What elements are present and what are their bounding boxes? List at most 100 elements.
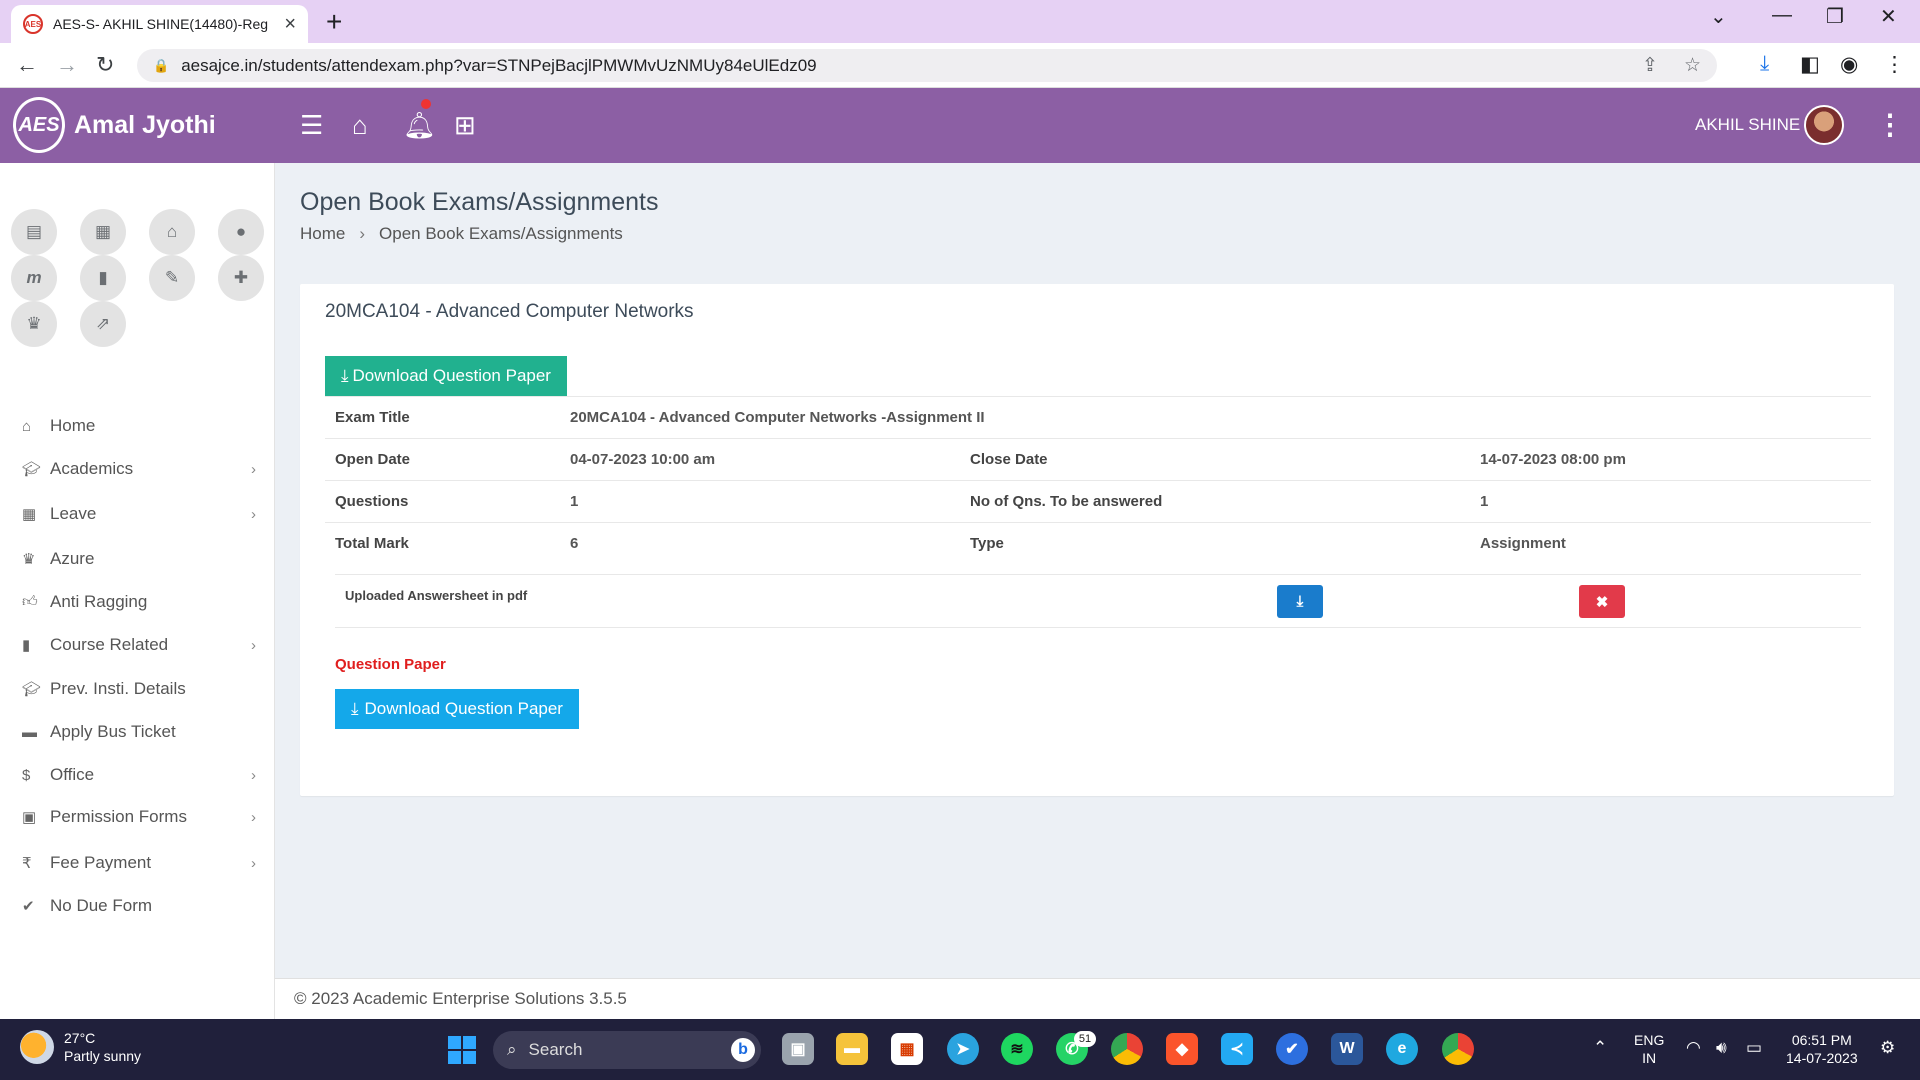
home-icon: ⌂ xyxy=(22,417,32,435)
sidebar: ▤ ▦ ⌂ ● m ▮ ✎ ✚ ♛ ⇗ ⌂ Home 🎓︎ Academics › ▦ Le… xyxy=(0,163,275,1019)
close-tab-icon[interactable]: × xyxy=(284,13,296,36)
file-explorer-icon[interactable]: ▬ xyxy=(836,1033,868,1065)
spotify-icon[interactable]: ≋ xyxy=(1001,1033,1033,1065)
chevron-right-icon: › xyxy=(251,460,256,478)
bell-icon[interactable]: 🔔︎ xyxy=(403,110,436,141)
sidebar-item-office[interactable]: $ Office › xyxy=(22,760,262,790)
sidebar-item-no-due-form[interactable]: ✔ No Due Form xyxy=(22,891,262,921)
external-link-icon[interactable]: ⇗ xyxy=(80,301,126,347)
uploaded-answersheet-label: Uploaded Answersheet in pdf xyxy=(345,588,528,603)
partly-sunny-icon xyxy=(20,1030,54,1064)
url-text: aesajce.in/students/attendexam.php?var=S… xyxy=(181,55,817,75)
language-indicator[interactable]: ENG IN xyxy=(1634,1031,1664,1067)
home-icon[interactable]: ⌂ xyxy=(352,110,368,141)
user-avatar[interactable] xyxy=(1804,105,1844,145)
moodle-icon[interactable]: m xyxy=(11,255,57,301)
delete-answersheet-button[interactable]: ✖ xyxy=(1579,585,1625,618)
sidebar-item-fee-payment[interactable]: ₹ Fee Payment › xyxy=(22,848,262,878)
sidebar-item-label: Fee Payment xyxy=(50,853,152,872)
chevron-right-icon: › xyxy=(251,808,256,826)
download-question-paper-button[interactable]: ⤓ Download Question Paper xyxy=(325,356,567,396)
calendar-icon: ▦ xyxy=(22,506,37,523)
crown-icon: ♛ xyxy=(22,551,36,568)
brave-icon[interactable]: ◆ xyxy=(1166,1033,1198,1065)
url-input[interactable]: 🔒 aesajce.in/students/attendexam.php?var… xyxy=(137,49,1717,82)
profile-avatar-icon[interactable]: ◉ xyxy=(1840,52,1858,77)
sidebar-item-permission-forms[interactable]: ▣ Permission Forms › xyxy=(22,802,262,832)
chevron-right-icon: › xyxy=(251,505,256,523)
aes-logo[interactable]: AES xyxy=(13,97,65,153)
microsoft-store-icon[interactable]: ▦ xyxy=(891,1033,923,1065)
windows-start-icon[interactable] xyxy=(448,1036,476,1064)
calendar-check-icon[interactable]: ▦ xyxy=(80,209,126,255)
book-icon[interactable]: ▮ xyxy=(80,255,126,301)
crown-icon[interactable]: ♛ xyxy=(11,301,57,347)
taskbar-search[interactable]: ⌕ Search b xyxy=(493,1031,761,1069)
search-icon: ⌕ xyxy=(507,1040,517,1059)
field-value: 04-07-2023 10:00 am xyxy=(560,438,960,481)
telegram-icon[interactable]: ➤ xyxy=(947,1033,979,1065)
download-answersheet-button[interactable]: ⤓ xyxy=(1277,585,1323,618)
new-tab-icon[interactable]: + xyxy=(326,6,342,38)
menu-list-icon[interactable]: ☰ xyxy=(300,110,323,141)
chevron-up-icon[interactable]: ⌃ xyxy=(1593,1038,1607,1058)
minimize-icon[interactable]: — xyxy=(1772,4,1792,27)
address-bar: ← → ↻ 🔒 aesajce.in/students/attendexam.p… xyxy=(0,43,1920,88)
task-view-icon[interactable]: ▣ xyxy=(782,1033,814,1065)
notification-settings-icon[interactable]: ⚙ xyxy=(1880,1038,1895,1058)
table-row: Questions 1 No of Qns. To be answered 1 xyxy=(325,480,1871,523)
tab-search-chevron-icon[interactable]: ⌄ xyxy=(1710,4,1727,29)
user-name[interactable]: AKHIL SHINE xyxy=(1695,115,1800,135)
sidebar-item-anti-ragging[interactable]: 👍︎ Anti Ragging xyxy=(22,587,262,617)
sidebar-item-leave[interactable]: ▦ Leave › xyxy=(22,499,262,529)
vscode-icon[interactable]: ≺ xyxy=(1221,1033,1253,1065)
bookmark-star-icon[interactable]: ☆ xyxy=(1684,54,1701,77)
pencil-icon[interactable]: ✎ xyxy=(149,255,195,301)
lock-icon: ▣ xyxy=(22,809,37,826)
restore-icon[interactable]: ❐ xyxy=(1826,4,1844,29)
chrome-icon[interactable] xyxy=(1111,1033,1143,1065)
sidebar-item-azure[interactable]: ♛ Azure xyxy=(22,544,262,574)
breadcrumb-home[interactable]: Home xyxy=(300,224,345,244)
download-question-paper-bottom-button[interactable]: ⤓ Download Question Paper xyxy=(335,689,579,729)
chevron-right-icon: › xyxy=(251,766,256,784)
reload-icon[interactable]: ↻ xyxy=(96,52,114,78)
book-icon: ▮ xyxy=(22,637,31,654)
chevron-right-icon: › xyxy=(359,224,366,243)
weather-widget[interactable]: 27°C Partly sunny xyxy=(20,1029,141,1065)
sidebar-item-apply-bus-ticket[interactable]: ▬ Apply Bus Ticket xyxy=(22,717,262,747)
bing-icon[interactable]: b xyxy=(731,1038,755,1062)
side-panel-icon[interactable]: ◧ xyxy=(1800,52,1820,77)
browser-tab-strip: AES AES-S- AKHIL SHINE(14480)-Reg × + ⌄ … xyxy=(0,0,1920,43)
brand-name[interactable]: Amal Jyothi xyxy=(74,111,216,140)
grid-icon[interactable]: ⊞ xyxy=(454,110,476,141)
back-arrow-icon[interactable]: ← xyxy=(16,52,38,78)
download-icon[interactable]: ⤓ xyxy=(1760,52,1769,76)
search-placeholder: Search xyxy=(528,1040,583,1059)
browser-tab[interactable]: AES AES-S- AKHIL SHINE(14480)-Reg × xyxy=(11,5,308,43)
chrome-active-icon[interactable] xyxy=(1442,1033,1474,1065)
footer: © 2023 Academic Enterprise Solutions 3.5… xyxy=(275,978,1920,1019)
clock[interactable]: 06:51 PM 14-07-2023 xyxy=(1786,1031,1858,1067)
volume-icon[interactable]: 🔊︎ xyxy=(1716,1038,1727,1058)
sidebar-item-home[interactable]: ⌂ Home xyxy=(22,411,262,441)
edge-icon[interactable]: e xyxy=(1386,1033,1418,1065)
whatsapp-badge: 51 xyxy=(1074,1031,1096,1047)
sidebar-item-course-related[interactable]: ▮ Course Related › xyxy=(22,630,262,660)
battery-icon[interactable]: ▭ xyxy=(1746,1038,1762,1058)
user-tie-icon[interactable]: ● xyxy=(218,209,264,255)
browser-menu-icon[interactable]: ⋮ xyxy=(1884,52,1905,77)
plus-icon[interactable]: ✚ xyxy=(218,255,264,301)
forward-arrow-icon[interactable]: → xyxy=(56,52,78,78)
id-card-icon[interactable]: ▤ xyxy=(11,209,57,255)
sidebar-item-academics[interactable]: 🎓︎ Academics › xyxy=(22,454,262,484)
graduation-cap-icon[interactable]: ⌂ xyxy=(149,209,195,255)
todo-check-icon[interactable]: ✔ xyxy=(1276,1033,1308,1065)
share-icon[interactable]: ⇪ xyxy=(1642,54,1658,77)
wifi-icon[interactable]: ◠ xyxy=(1686,1038,1701,1058)
sidebar-item-prev-insti-details[interactable]: 🎓︎ Prev. Insti. Details xyxy=(22,674,262,704)
word-icon[interactable]: W xyxy=(1331,1033,1363,1065)
close-window-icon[interactable]: ✕ xyxy=(1880,4,1897,29)
more-menu-icon[interactable]: ⋮ xyxy=(1876,108,1904,141)
field-label: Type xyxy=(960,522,1470,565)
